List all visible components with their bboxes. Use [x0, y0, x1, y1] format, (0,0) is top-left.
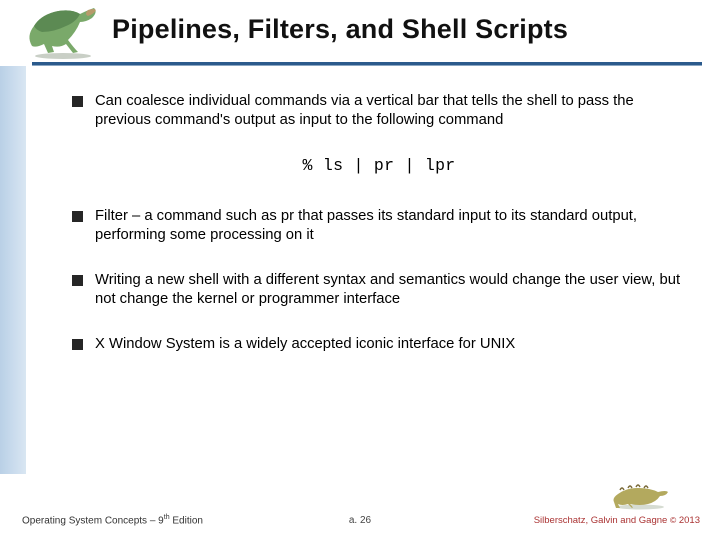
dinosaur-bottom-icon [610, 480, 672, 510]
bullet-text: X Window System is a widely accepted ico… [95, 335, 515, 354]
dinosaur-top-icon [18, 2, 104, 60]
bullet-text: Writing a new shell with a different syn… [95, 271, 686, 309]
bullet-square-icon [72, 339, 83, 350]
bullet-item: Writing a new shell with a different syn… [72, 271, 686, 309]
slide-title: Pipelines, Filters, and Shell Scripts [112, 14, 700, 45]
bullet-item: X Window System is a widely accepted ico… [72, 335, 686, 354]
title-area: Pipelines, Filters, and Shell Scripts [0, 0, 720, 66]
code-example: % ls | pr | lpr [72, 156, 686, 175]
bullet-square-icon [72, 96, 83, 107]
content-area: Can coalesce individual commands via a v… [72, 92, 686, 380]
footer-right: Silberschatz, Galvin and Gagne © 2013 [534, 515, 700, 526]
bullet-square-icon [72, 275, 83, 286]
footer-year: 2013 [676, 515, 700, 526]
footer: Operating System Concepts – 9th Edition … [0, 478, 720, 540]
slide: Pipelines, Filters, and Shell Scripts Ca… [0, 0, 720, 540]
footer-authors: Silberschatz, Galvin and Gagne [534, 515, 668, 526]
side-strip [0, 66, 26, 474]
bullet-square-icon [72, 211, 83, 222]
bullet-item: Can coalesce individual commands via a v… [72, 92, 686, 130]
bullet-item: Filter – a command such as pr that passe… [72, 207, 686, 245]
bullet-text: Can coalesce individual commands via a v… [95, 92, 686, 130]
bullet-text: Filter – a command such as pr that passe… [95, 207, 686, 245]
title-underline [32, 62, 702, 66]
